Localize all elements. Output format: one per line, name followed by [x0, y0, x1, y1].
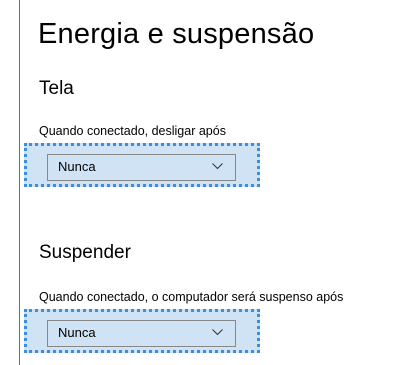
- chevron-down-icon: [212, 163, 223, 170]
- screen-timeout-label: Quando conectado, desligar após: [39, 124, 226, 138]
- sleep-section-heading: Suspender: [39, 242, 131, 263]
- screen-timeout-focus-ring: Nunca: [24, 143, 260, 187]
- screen-timeout-value: Nunca: [58, 159, 96, 174]
- sleep-timeout-label: Quando conectado, o computador será susp…: [39, 290, 344, 304]
- page-title: Energia e suspensão: [38, 18, 315, 50]
- sleep-timeout-dropdown[interactable]: Nunca: [47, 320, 236, 347]
- sleep-timeout-value: Nunca: [58, 325, 96, 340]
- settings-page: Energia e suspensão Tela Quando conectad…: [0, 0, 416, 365]
- screen-section-heading: Tela: [39, 78, 74, 99]
- screen-timeout-dropdown[interactable]: Nunca: [47, 154, 236, 181]
- sleep-timeout-focus-ring: Nunca: [24, 309, 260, 353]
- chevron-down-icon: [212, 329, 223, 336]
- divider: [19, 0, 20, 365]
